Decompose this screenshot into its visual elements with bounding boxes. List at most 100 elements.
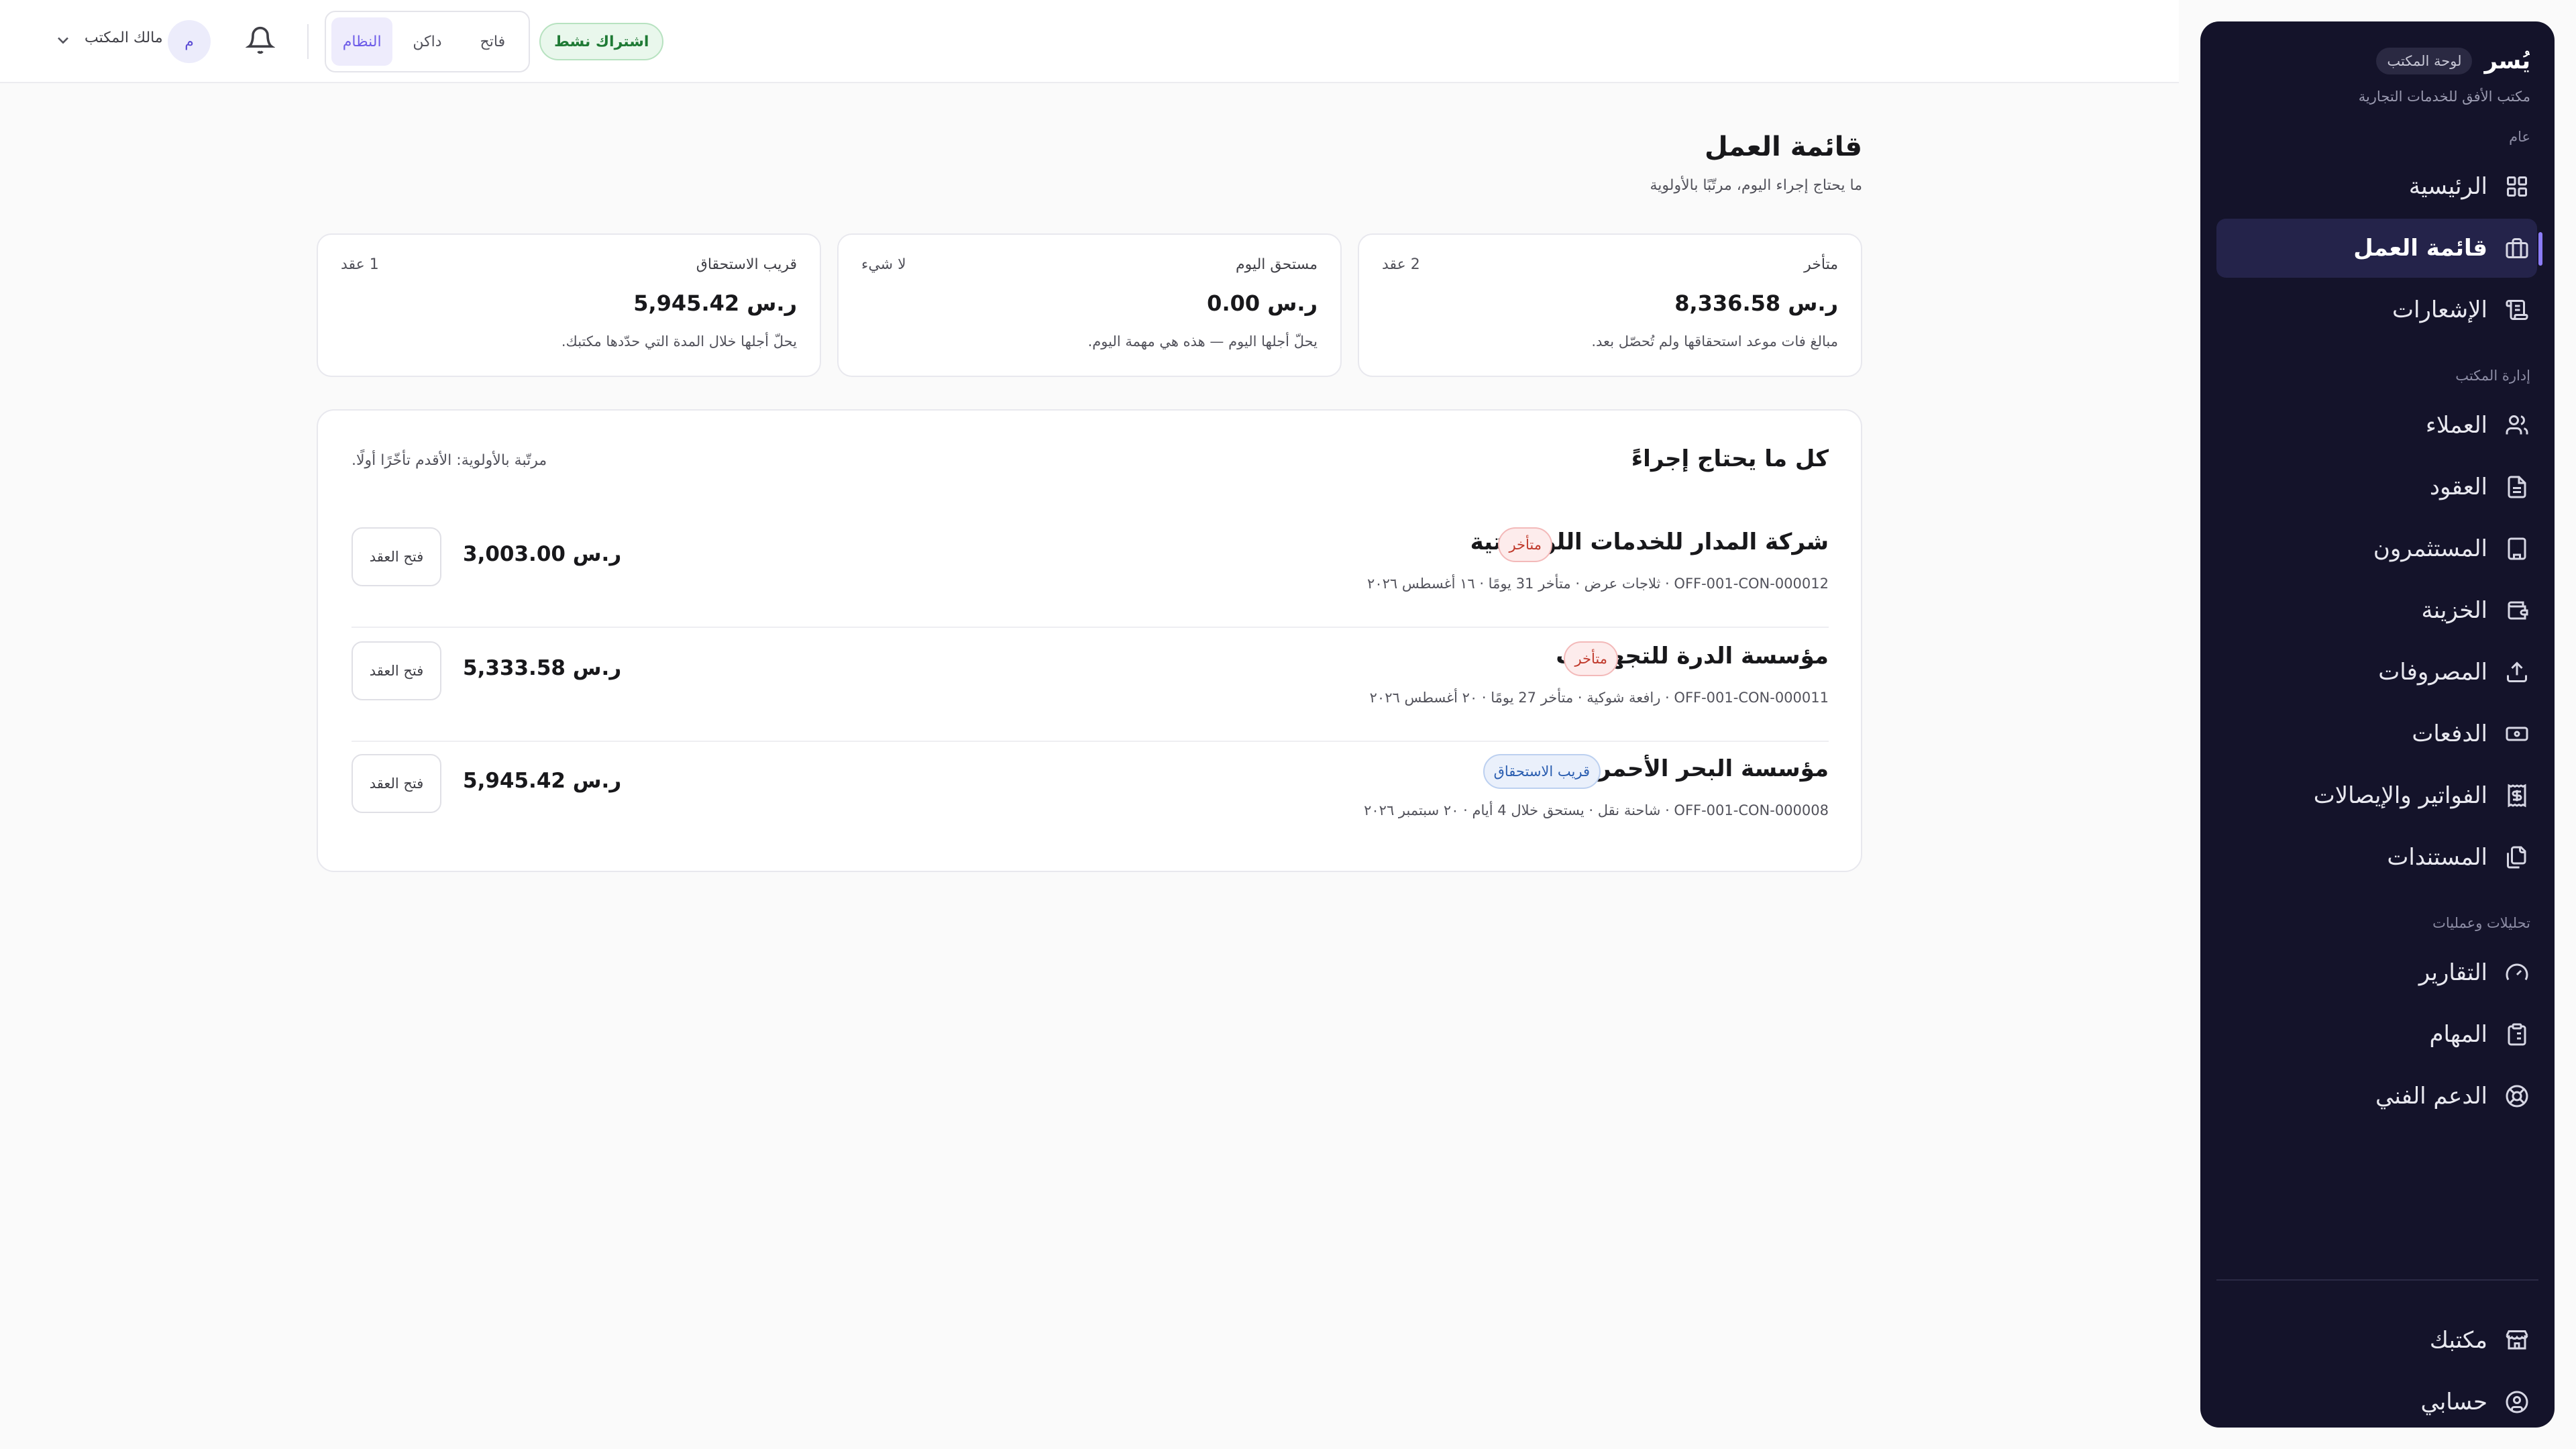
top-divider <box>307 24 309 59</box>
stat-label: قريب الاستحقاق <box>696 256 797 273</box>
sidebar-item-label: الدعم الفني <box>2375 1083 2487 1110</box>
contract-meta: OFF-001-CON-000011 · رافعة شوكية · متأخر… <box>1369 690 1829 706</box>
stat-count: 2 عقد <box>1382 256 1420 273</box>
sidebar-item-label: الفواتير والإيصالات <box>2313 782 2487 809</box>
sidebar-item-label: المستندات <box>2387 844 2487 871</box>
stat-card-due-soon: قريب الاستحقاق 1 عقد ر.س 5,945.42 يحلّ أ… <box>317 233 821 377</box>
sidebar-item-expenses[interactable]: المصروفات <box>2216 643 2537 702</box>
sidebar-item-label: الدفعات <box>2412 720 2487 747</box>
sidebar-item-label: التقارير <box>2418 959 2487 986</box>
sidebar-item-label: المهام <box>2429 1021 2487 1048</box>
chevron-down-icon[interactable] <box>54 31 74 51</box>
account-name[interactable]: مالك المكتب <box>85 30 163 46</box>
sidebar-item-label: قائمة العمل <box>2353 235 2487 262</box>
grid-icon <box>2504 173 2530 200</box>
list-hint: مرتّبة بالأولوية: الأقدم تأخّرًا أولًا. <box>352 452 547 469</box>
gauge-icon <box>2504 959 2530 986</box>
row-amount: ر.س 3,003.00 <box>463 542 622 566</box>
list-item: شركة المدار للخدمات اللوجستية متأخر OFF-… <box>352 515 1829 628</box>
stat-amount: ر.س 5,945.42 <box>633 290 797 316</box>
brand-logo: يُسر <box>2484 48 2530 74</box>
stat-label: مستحق اليوم <box>1235 256 1318 273</box>
stat-amount: ر.س 0.00 <box>1207 290 1318 316</box>
stat-description: يحلّ أجلها خلال المدة التي حدّدها مكتبك. <box>561 333 797 350</box>
top-bar: مالك المكتب م النظام داكن فاتح اشتراك نش… <box>0 0 2179 83</box>
subscription-status-badge: اشتراك نشط <box>539 23 664 60</box>
row-amount: ر.س 5,945.42 <box>463 769 622 793</box>
sidebar-item-label: العقود <box>2429 474 2487 500</box>
sidebar-item-home[interactable]: الرئيسية <box>2216 157 2537 216</box>
stat-description: مبالغ فات موعد استحقاقها ولم تُحصّل بعد. <box>1591 333 1838 350</box>
wallet-icon <box>2504 597 2530 624</box>
notes-icon <box>2504 297 2530 323</box>
sidebar-item-label: مكتبك <box>2429 1327 2487 1354</box>
open-contract-button[interactable]: فتح العقد <box>352 641 441 700</box>
clipboard-icon <box>2504 1021 2530 1048</box>
sidebar-item-my-account[interactable]: حسابي <box>2216 1373 2537 1432</box>
receipt-icon <box>2504 782 2530 809</box>
sidebar: يُسر لوحة المكتب مكتب الأفق للخدمات التج… <box>2200 21 2555 1428</box>
stat-card-overdue: متأخر 2 عقد ر.س 8,336.58 مبالغ فات موعد … <box>1358 233 1862 377</box>
building-icon <box>2504 535 2530 562</box>
lifebuoy-icon <box>2504 1083 2530 1110</box>
row-divider <box>352 627 1829 628</box>
sidebar-item-reports[interactable]: التقارير <box>2216 943 2537 1002</box>
sidebar-item-contracts[interactable]: العقود <box>2216 458 2537 517</box>
sidebar-item-documents[interactable]: المستندات <box>2216 828 2537 887</box>
section-label-office-admin: إدارة المكتب <box>2455 368 2530 384</box>
sidebar-item-investors[interactable]: المستثمرون <box>2216 519 2537 578</box>
sidebar-item-support[interactable]: الدعم الفني <box>2216 1067 2537 1126</box>
status-badge: متأخر <box>1564 641 1618 676</box>
sidebar-divider <box>2216 1279 2538 1281</box>
user-circle-icon <box>2504 1389 2530 1415</box>
avatar[interactable]: م <box>168 20 211 63</box>
section-label-general: عام <box>2509 129 2530 145</box>
sidebar-item-tasks[interactable]: المهام <box>2216 1005 2537 1064</box>
action-list-card: كل ما يحتاج إجراءً مرتّبة بالأولوية: الأ… <box>317 409 1862 872</box>
sidebar-item-label: الإشعارات <box>2392 297 2487 323</box>
open-contract-button[interactable]: فتح العقد <box>352 754 441 813</box>
stat-count: لا شيء <box>861 256 906 273</box>
file-text-icon <box>2504 474 2530 500</box>
list-item: مؤسسة البحر الأحمر للنقل قريب الاستحقاق … <box>352 742 1829 855</box>
stat-count: 1 عقد <box>341 256 379 273</box>
theme-option-system[interactable]: النظام <box>331 17 393 66</box>
sidebar-item-notifications[interactable]: الإشعارات <box>2216 280 2537 339</box>
sidebar-item-label: المستثمرون <box>2373 535 2487 562</box>
page-subtitle: ما يحتاج إجراء اليوم، مرتّبًا بالأولوية <box>1650 177 1862 194</box>
sidebar-item-label: العملاء <box>2425 412 2487 439</box>
stat-description: يحلّ أجلها اليوم — هذه هي مهمة اليوم. <box>1087 333 1318 350</box>
contract-meta: OFF-001-CON-000008 · شاحنة نقل · يستحق خ… <box>1364 802 1829 818</box>
store-icon <box>2504 1327 2530 1354</box>
status-badge: قريب الاستحقاق <box>1483 754 1601 789</box>
contract-meta: OFF-001-CON-000012 · ثلاجات عرض · متأخر … <box>1367 576 1829 592</box>
stat-card-due-today: مستحق اليوم لا شيء ر.س 0.00 يحلّ أجلها ا… <box>837 233 1342 377</box>
sidebar-item-label: الرئيسية <box>2408 173 2487 200</box>
sidebar-item-invoices[interactable]: الفواتير والإيصالات <box>2216 766 2537 825</box>
users-icon <box>2504 412 2530 439</box>
bell-icon[interactable] <box>245 25 278 58</box>
brand-chip: لوحة المكتب <box>2376 48 2473 74</box>
sidebar-item-payments[interactable]: الدفعات <box>2216 704 2537 763</box>
status-badge: متأخر <box>1498 527 1552 562</box>
theme-option-dark[interactable]: داكن <box>396 17 458 66</box>
sidebar-item-treasury[interactable]: الخزينة <box>2216 581 2537 640</box>
briefcase-icon <box>2504 235 2530 262</box>
office-name: مكتب الأفق للخدمات التجارية <box>2358 89 2530 105</box>
stat-amount: ر.س 8,336.58 <box>1674 290 1838 316</box>
section-label-analytics: تحليلات وعمليات <box>2432 915 2530 931</box>
sidebar-item-clients[interactable]: العملاء <box>2216 396 2537 455</box>
sidebar-item-my-office[interactable]: مكتبك <box>2216 1311 2537 1370</box>
list-title: كل ما يحتاج إجراءً <box>1631 445 1829 472</box>
theme-option-light[interactable]: فاتح <box>462 17 523 66</box>
banknote-icon <box>2504 720 2530 747</box>
files-icon <box>2504 844 2530 871</box>
sidebar-item-worklist[interactable]: قائمة العمل <box>2216 219 2542 278</box>
list-item: مؤسسة الدرة للتجهيزات متأخر OFF-001-CON-… <box>352 629 1829 742</box>
open-contract-button[interactable]: فتح العقد <box>352 527 441 586</box>
theme-switch: النظام داكن فاتح <box>325 11 530 72</box>
sidebar-item-label: الخزينة <box>2421 597 2487 624</box>
row-amount: ر.س 5,333.58 <box>463 656 622 680</box>
page-title: قائمة العمل <box>1704 131 1862 162</box>
sidebar-item-label: المصروفات <box>2378 659 2487 686</box>
